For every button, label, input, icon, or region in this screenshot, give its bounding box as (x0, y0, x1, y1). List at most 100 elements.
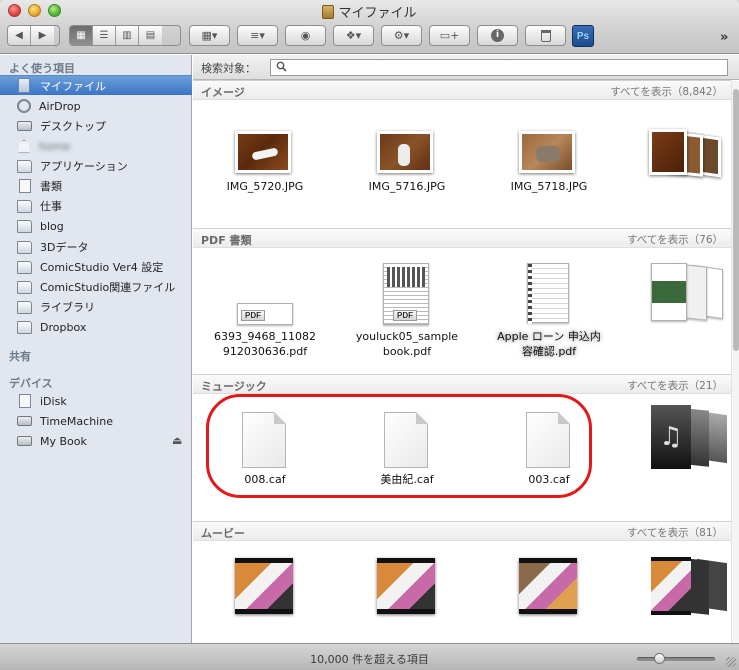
section-header-images: イメージ すべてを表示（8,842） (193, 80, 731, 100)
photoshop-button[interactable]: Ps (572, 25, 594, 47)
sidebar-item-label: マイファイル (40, 79, 106, 93)
movies-stack-preview[interactable] (645, 555, 731, 621)
sidebar-item-label: ComicStudio Ver4 設定 (40, 261, 164, 274)
section-title: イメージ (201, 86, 245, 99)
sidebar-item-dropbox[interactable]: Dropbox (0, 317, 192, 337)
resize-grip[interactable] (726, 657, 736, 667)
idisk-icon (19, 394, 31, 408)
toolbar-overflow-button[interactable]: » (720, 30, 728, 45)
show-all-link[interactable]: すべてを表示（81） (627, 525, 723, 540)
forward-button[interactable]: ▶ (31, 26, 54, 45)
vertical-scrollbar[interactable] (731, 81, 739, 643)
sidebar-item-my-book[interactable]: My Book ⏏ (0, 431, 192, 451)
file-item[interactable]: IMG_5716.JPG (337, 127, 477, 194)
thumbnail-wrap (479, 263, 619, 329)
sidebar-item-blog[interactable]: blog (0, 216, 192, 236)
file-item[interactable]: IMG_5718.JPG (479, 127, 619, 194)
airdrop-icon (17, 99, 31, 113)
folder-icon (17, 199, 32, 213)
dropbox-button[interactable]: ❖▾ (333, 25, 374, 46)
icon-size-slider[interactable] (637, 653, 715, 664)
music-stack-preview[interactable]: ♫ (645, 405, 731, 471)
applications-icon (17, 159, 32, 173)
file-name: youluck05_sample book.pdf (355, 330, 459, 358)
sidebar-item-label: ComicStudio関連ファイル (40, 281, 176, 294)
slider-knob[interactable] (653, 653, 665, 664)
cat-shape (536, 146, 560, 162)
list-view-icon: ☰ (99, 30, 109, 41)
show-all-link[interactable]: すべてを表示（8,842） (610, 84, 723, 99)
page-art (387, 267, 425, 287)
list-view-button[interactable]: ☰ (93, 26, 116, 45)
sidebar-item-applications[interactable]: アプリケーション (0, 156, 192, 176)
sidebar-item-idisk[interactable]: iDisk (0, 391, 192, 411)
item-count-text: 10,000 件を超える項目 (310, 653, 429, 666)
home-icon (17, 139, 31, 153)
column-view-button[interactable]: ▥ (116, 26, 139, 45)
sidebar-item-3d-data[interactable]: 3Dデータ (0, 237, 192, 257)
sidebar-item-library[interactable]: ライブラリ (0, 297, 192, 317)
sidebar-item-work[interactable]: 仕事 (0, 196, 192, 216)
photoshop-icon: Ps (576, 30, 590, 42)
scrollbar-thumb[interactable] (733, 89, 739, 351)
shared-header: 共有 (9, 350, 31, 363)
sidebar-item-comicstudio-files[interactable]: ComicStudio関連ファイル (0, 277, 192, 297)
sidebar-item-desktop[interactable]: デスクトップ (0, 116, 192, 136)
show-all-link[interactable]: すべてを表示（21） (627, 378, 723, 393)
sidebar-item-label: Dropbox (40, 320, 87, 334)
file-item[interactable]: PDF 6393_9468_11082 912030636.pdf (195, 263, 335, 359)
info-icon: i (491, 29, 504, 42)
folder-icon (17, 300, 32, 314)
get-info-button[interactable]: i (477, 25, 518, 46)
quicklook-button[interactable]: ◉ (285, 25, 326, 46)
window-title: マイファイル (0, 2, 739, 21)
sort-button[interactable]: ≡▾ (237, 25, 278, 46)
thumbnail-wrap (337, 127, 477, 179)
images-stack-preview[interactable] (645, 127, 731, 187)
sidebar-item-documents[interactable]: 書類 (0, 176, 192, 196)
sidebar-item-label: アプリケーション (40, 160, 128, 173)
section-header-music: ミュージック すべてを表示（21） (193, 374, 731, 394)
search-scope-label: 検索対象： (201, 62, 256, 75)
new-folder-icon: ▭+ (439, 29, 460, 42)
sidebar-item-timemachine[interactable]: TimeMachine (0, 411, 192, 431)
finder-window: マイファイル ◀ ▶ ▦ ☰ ▥ ▤ ▦▾ ≡▾ ◉ ❖▾ ⚙▾ ▭+ i Ps… (0, 0, 739, 670)
photo-thumbnail (235, 131, 291, 173)
music-note-icon: ♫ (651, 405, 691, 469)
disk-icon (17, 416, 32, 426)
sidebar-item-label: 3Dデータ (40, 241, 89, 254)
folder-icon (17, 280, 32, 294)
file-item[interactable]: Apple ローン 申込内 容確認.pdf (479, 263, 619, 359)
pdf-stack-preview[interactable] (645, 263, 731, 329)
back-arrow-icon: ◀ (15, 30, 23, 41)
sidebar-item-home[interactable]: home (0, 136, 192, 156)
pdf-tag: PDF (241, 310, 265, 321)
arrange-button[interactable]: ▦▾ (189, 25, 230, 46)
section-header-movies: ムービー すべてを表示（81） (193, 521, 731, 541)
new-folder-button[interactable]: ▭+ (429, 25, 470, 46)
sidebar-item-all-my-files[interactable]: マイファイル (0, 75, 192, 95)
movie-thumbnail (377, 558, 435, 614)
stack-movie (651, 557, 691, 615)
thumbnail-wrap (195, 127, 335, 179)
show-all-link[interactable]: すべてを表示（76） (627, 232, 723, 247)
coverflow-view-button[interactable]: ▤ (139, 26, 162, 45)
file-item[interactable]: IMG_5720.JPG (195, 127, 335, 194)
dropbox-icon: ❖▾ (345, 29, 362, 42)
devices-header: デバイス (9, 377, 53, 390)
sidebar-item-airdrop[interactable]: AirDrop (0, 96, 192, 116)
file-name: IMG_5718.JPG (510, 180, 588, 193)
sidebar-item-comicstudio-settings[interactable]: ComicStudio Ver4 設定 (0, 257, 192, 277)
pdf-page-icon (527, 263, 569, 324)
action-button[interactable]: ⚙▾ (381, 25, 422, 46)
icon-view-button[interactable]: ▦ (70, 26, 93, 45)
all-my-files-icon (18, 78, 30, 93)
trash-button[interactable] (525, 25, 566, 46)
back-button[interactable]: ◀ (8, 26, 31, 45)
section-title: ムービー (201, 527, 245, 540)
file-item[interactable]: PDF youluck05_sample book.pdf (337, 263, 477, 359)
eject-icon[interactable]: ⏏ (172, 434, 184, 447)
folder-icon (17, 320, 32, 334)
search-input[interactable] (270, 59, 728, 76)
file-name: IMG_5720.JPG (226, 180, 304, 193)
